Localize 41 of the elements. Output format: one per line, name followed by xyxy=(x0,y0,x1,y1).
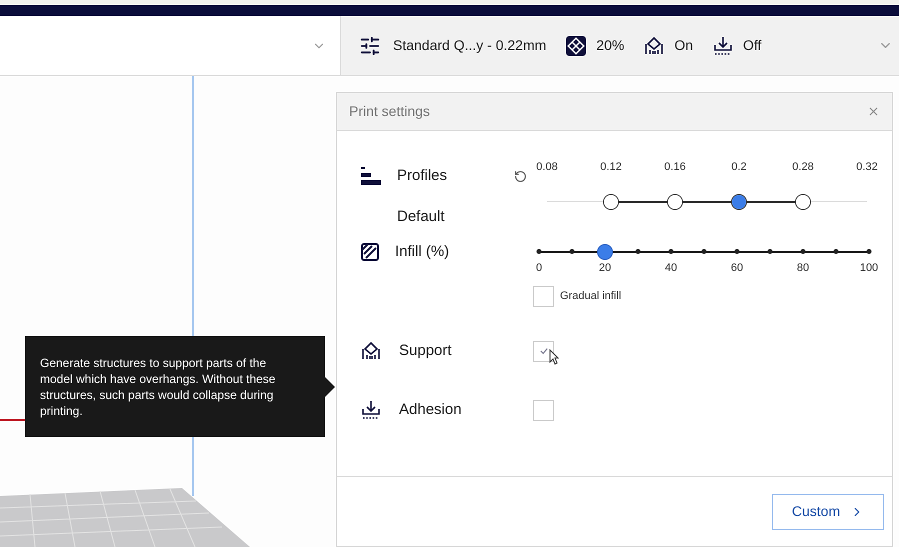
print-settings-bar[interactable]: Standard Q...y - 0.22mm 20% On Off xyxy=(341,16,899,75)
profiles-label: Profiles xyxy=(397,166,448,186)
infill-icon xyxy=(566,36,586,56)
setting-summary: On xyxy=(674,36,694,55)
adhesion-checkbox[interactable] xyxy=(533,400,554,421)
infill-pattern-icon xyxy=(361,243,379,261)
mouse-cursor-icon xyxy=(549,349,559,365)
infill-tick-label: 100 xyxy=(860,261,878,276)
layer-height-label: 0.08 xyxy=(536,160,558,175)
layer-height-label: 0.2 xyxy=(731,160,747,175)
adhesion-icon xyxy=(361,400,381,420)
tooltip-arrow-icon xyxy=(325,376,335,396)
layer-height-label: 0.32 xyxy=(856,160,878,175)
setting-summary: Standard Q...y - 0.22mm xyxy=(393,36,546,55)
gradual-infill-checkbox[interactable] xyxy=(533,286,554,307)
infill-slider-thumb[interactable] xyxy=(597,244,613,260)
infill-tick-label: 40 xyxy=(664,261,678,276)
check-icon xyxy=(540,347,548,355)
tooltip: Generate structures to support parts of the model which have overhangs. Without these structures, such parts would collapse during printing. xyxy=(25,336,325,437)
layer-height-label: 0.12 xyxy=(600,160,622,175)
setting-summary: 20% xyxy=(596,36,624,55)
support-label: Support xyxy=(399,340,452,361)
close-icon[interactable] xyxy=(867,105,880,118)
infill-tick-label: 80 xyxy=(796,261,810,276)
panel-title: Print settings xyxy=(349,102,430,121)
layer-height-label: 0.28 xyxy=(792,160,814,175)
infill-tick-label: 60 xyxy=(730,261,744,276)
adhesion-icon xyxy=(713,36,734,56)
gradual-infill-label: Gradual infill xyxy=(560,289,622,304)
infill-tick-label: 0 xyxy=(536,261,542,276)
infill-label: Infill (%) xyxy=(395,242,450,262)
layer-height-label: 0.16 xyxy=(664,160,686,175)
setting-summary: Off xyxy=(743,36,762,55)
adhesion-label: Adhesion xyxy=(399,400,462,420)
support-icon xyxy=(361,341,381,361)
reset-icon[interactable] xyxy=(514,170,527,183)
profiles-icon xyxy=(361,167,381,186)
custom-button[interactable]: Custom xyxy=(772,494,884,530)
support-icon xyxy=(644,36,664,56)
profile-name: Default xyxy=(397,206,446,226)
infill-tick-label: 20 xyxy=(598,261,612,276)
